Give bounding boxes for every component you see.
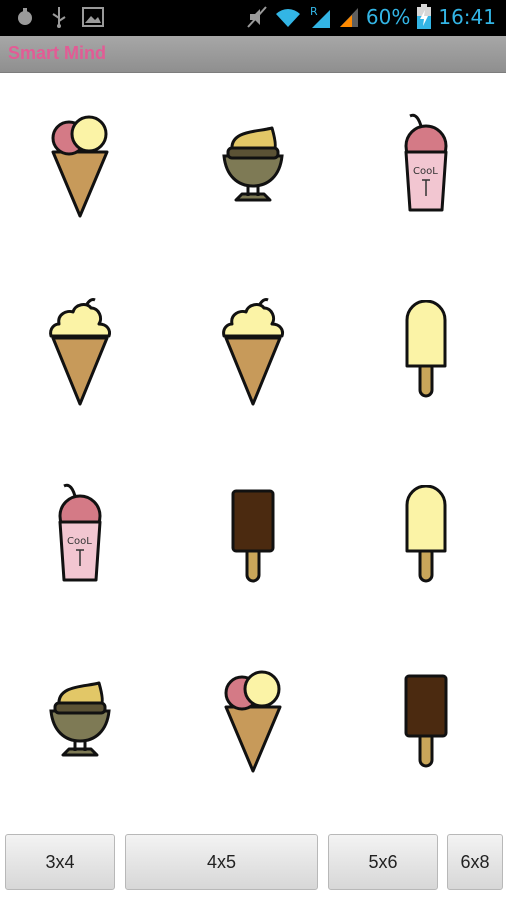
vanilla-popsicle-icon <box>405 484 447 582</box>
debug-icon <box>18 8 32 25</box>
size-5x6-button[interactable]: 5x6 <box>328 834 438 890</box>
sundae-cup-icon <box>222 126 284 201</box>
usb-icon <box>52 7 66 28</box>
card-12[interactable] <box>346 627 506 812</box>
battery-charging-icon <box>417 4 432 29</box>
status-bar-right: R 60% 16:41 <box>246 4 496 30</box>
svg-text:R: R <box>310 5 318 18</box>
soft-serve-cone-icon <box>222 297 284 405</box>
card-6[interactable] <box>346 257 506 442</box>
gallery-icon <box>82 7 104 27</box>
battery-percent: 60% <box>365 5 411 29</box>
cool-drink-icon: CooL <box>58 483 102 581</box>
cool-drink-icon: CooL <box>404 113 448 211</box>
status-bar: R 60% 16:41 <box>0 0 506 36</box>
card-4[interactable] <box>0 257 160 442</box>
card-5[interactable] <box>173 257 333 442</box>
card-1[interactable] <box>0 72 160 257</box>
size-6x8-button[interactable]: 6x8 <box>447 834 503 890</box>
mute-icon <box>247 6 267 28</box>
chocolate-popsicle-icon <box>231 489 275 582</box>
card-7[interactable]: CooL <box>0 442 160 627</box>
signal-icon <box>339 8 358 27</box>
card-11[interactable] <box>173 627 333 812</box>
card-10[interactable] <box>0 627 160 812</box>
grid-size-bar: 3x4 4x5 5x6 6x8 <box>0 822 506 900</box>
signal-roaming-icon: R <box>310 5 330 28</box>
wifi-icon <box>275 9 300 27</box>
app-title: Smart Mind <box>8 43 107 63</box>
soft-serve-cone-icon <box>49 297 111 405</box>
svg-text:CooL: CooL <box>67 536 92 547</box>
card-grid: CooL CooL <box>0 72 506 812</box>
cone-icon <box>224 670 282 772</box>
size-3x4-button[interactable]: 3x4 <box>5 834 115 890</box>
sundae-cup-icon <box>49 681 111 756</box>
vanilla-popsicle-icon <box>405 299 447 397</box>
title-bar: Smart Mind <box>0 36 506 73</box>
svg-text:CooL: CooL <box>413 166 438 177</box>
size-4x5-button[interactable]: 4x5 <box>125 834 318 890</box>
chocolate-popsicle-icon <box>404 674 448 767</box>
cone-icon <box>51 115 109 217</box>
card-3[interactable]: CooL <box>346 72 506 257</box>
clock: 16:41 <box>438 5 496 29</box>
card-2[interactable] <box>173 72 333 257</box>
card-8[interactable] <box>173 442 333 627</box>
card-9[interactable] <box>346 442 506 627</box>
status-bar-left <box>14 6 104 28</box>
